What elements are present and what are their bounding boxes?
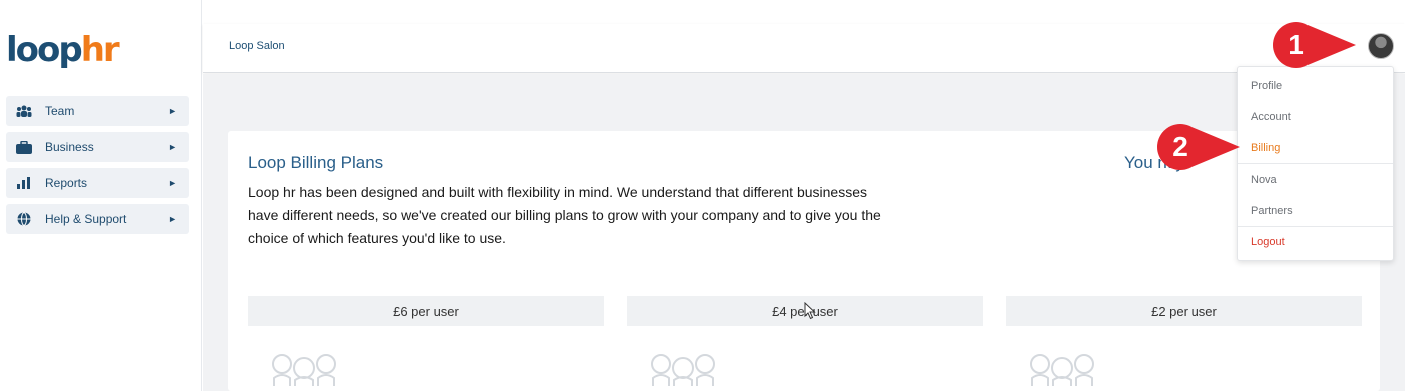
callout-marker-2: 2	[1156, 123, 1240, 171]
plan-card[interactable]: £2 per user	[1006, 296, 1362, 391]
menu-item-billing[interactable]: Billing	[1251, 142, 1280, 154]
chevron-right-icon: ►	[168, 106, 177, 116]
chevron-right-icon: ►	[168, 178, 177, 188]
sidebar-item-team[interactable]: Team ►	[6, 96, 189, 126]
sidebar-item-help-support[interactable]: Help & Support ►	[6, 204, 189, 234]
sidebar-nav: Team ► Business ► Reports ► Help & Suppo…	[6, 96, 189, 240]
team-icon	[16, 103, 32, 119]
bar-chart-icon	[16, 175, 32, 191]
globe-icon	[16, 211, 32, 227]
sidebar-item-label: Help & Support	[45, 212, 127, 226]
top-header: Loop Salon	[203, 24, 1405, 73]
sidebar-item-reports[interactable]: Reports ►	[6, 168, 189, 198]
sidebar-item-label: Business	[45, 140, 94, 154]
billing-title: Loop Billing Plans	[248, 153, 384, 172]
menu-divider	[1238, 163, 1393, 164]
sidebar-item-label: Team	[45, 104, 75, 118]
plan-price: £6 per user	[248, 296, 604, 326]
menu-divider	[1238, 226, 1393, 227]
menu-item-account[interactable]: Account	[1251, 111, 1291, 123]
sidebar-item-label: Reports	[45, 176, 88, 190]
user-menu-dropdown: Profile Account Billing Nova Partners Lo…	[1237, 66, 1394, 261]
chevron-right-icon: ►	[168, 142, 177, 152]
billing-description: Loop hr has been designed and built with…	[248, 184, 881, 246]
loophr-logo[interactable]: loophr	[6, 30, 120, 70]
sidebar: loophr Team ► Business ► Reports ► Help …	[0, 0, 202, 391]
users-icon	[272, 354, 336, 386]
briefcase-icon	[16, 139, 32, 155]
mouse-cursor-icon	[804, 302, 816, 320]
user-avatar[interactable]	[1368, 33, 1394, 59]
plan-card[interactable]: £6 per user	[248, 296, 604, 391]
sidebar-item-business[interactable]: Business ►	[6, 132, 189, 162]
callout-marker-1: 1	[1272, 21, 1356, 69]
users-icon	[651, 354, 715, 386]
chevron-right-icon: ►	[168, 214, 177, 224]
page-title: Loop Salon	[229, 40, 285, 52]
menu-item-profile[interactable]: Profile	[1251, 80, 1282, 92]
users-icon	[1030, 354, 1094, 386]
plan-price: £2 per user	[1006, 296, 1362, 326]
menu-item-logout[interactable]: Logout	[1251, 236, 1285, 248]
menu-item-nova[interactable]: Nova	[1251, 174, 1277, 186]
menu-item-partners[interactable]: Partners	[1251, 205, 1293, 217]
